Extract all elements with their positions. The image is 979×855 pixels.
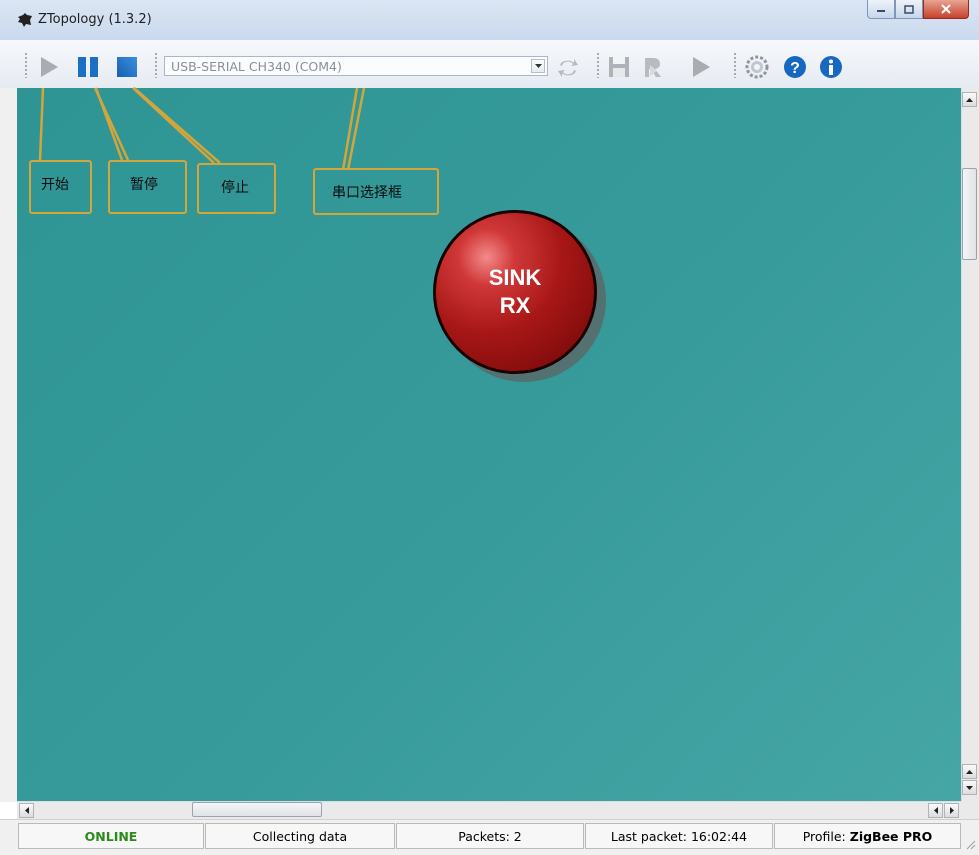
scroll-left-button-right[interactable] <box>928 803 943 818</box>
status-last-packet: Last packet: 16:02:44 <box>585 823 773 849</box>
scroll-up-button-lower[interactable] <box>962 764 977 779</box>
status-state: Collecting data <box>205 823 395 849</box>
annotation-stop: 停止 <box>197 163 276 214</box>
scroll-right-button[interactable] <box>944 803 959 818</box>
connection-status-text: ONLINE <box>84 828 138 844</box>
scroll-up-button[interactable] <box>962 92 977 107</box>
sink-node[interactable]: SINK RX <box>433 210 597 374</box>
horizontal-scrollbar[interactable] <box>17 801 961 820</box>
annotation-start: 开始 <box>29 160 92 214</box>
annotation-pause-text: 暂停 <box>130 177 158 193</box>
arrow-up-icon <box>966 97 973 102</box>
resize-grip-icon[interactable] <box>964 838 976 850</box>
packets-status-text: Packets: 2 <box>458 828 522 844</box>
scrollbar-corner <box>961 801 979 819</box>
arrow-down-icon <box>966 785 973 790</box>
arrow-up-icon <box>966 769 973 774</box>
annotation-pause: 暂停 <box>108 160 187 214</box>
node-label-line2: RX <box>499 293 531 318</box>
vertical-scroll-thumb[interactable] <box>962 168 977 260</box>
status-connection: ONLINE <box>18 823 204 849</box>
status-profile: Profile: ZigBee PRO <box>774 823 961 849</box>
arrow-right-icon <box>949 807 954 814</box>
annotation-port-selector: 串口选择框 <box>313 168 439 215</box>
scroll-down-button[interactable] <box>962 780 977 795</box>
annotation-start-text: 开始 <box>41 177 69 193</box>
status-packets: Packets: 2 <box>396 823 584 849</box>
arrow-left-icon <box>24 807 29 814</box>
state-status-text: Collecting data <box>252 828 348 844</box>
profile-label: Profile: <box>802 828 850 844</box>
horizontal-scroll-thumb[interactable] <box>192 802 322 817</box>
scroll-left-button[interactable] <box>19 803 34 818</box>
profile-value: ZigBee PRO <box>849 828 933 844</box>
annotation-port-selector-text: 串口选择框 <box>332 185 402 201</box>
arrow-left-icon <box>933 807 938 814</box>
last-packet-status-text: Last packet: 16:02:44 <box>610 828 748 844</box>
annotation-lines <box>38 87 366 171</box>
annotation-stop-text: 停止 <box>221 180 249 196</box>
node-label-line1: SINK <box>488 265 542 290</box>
